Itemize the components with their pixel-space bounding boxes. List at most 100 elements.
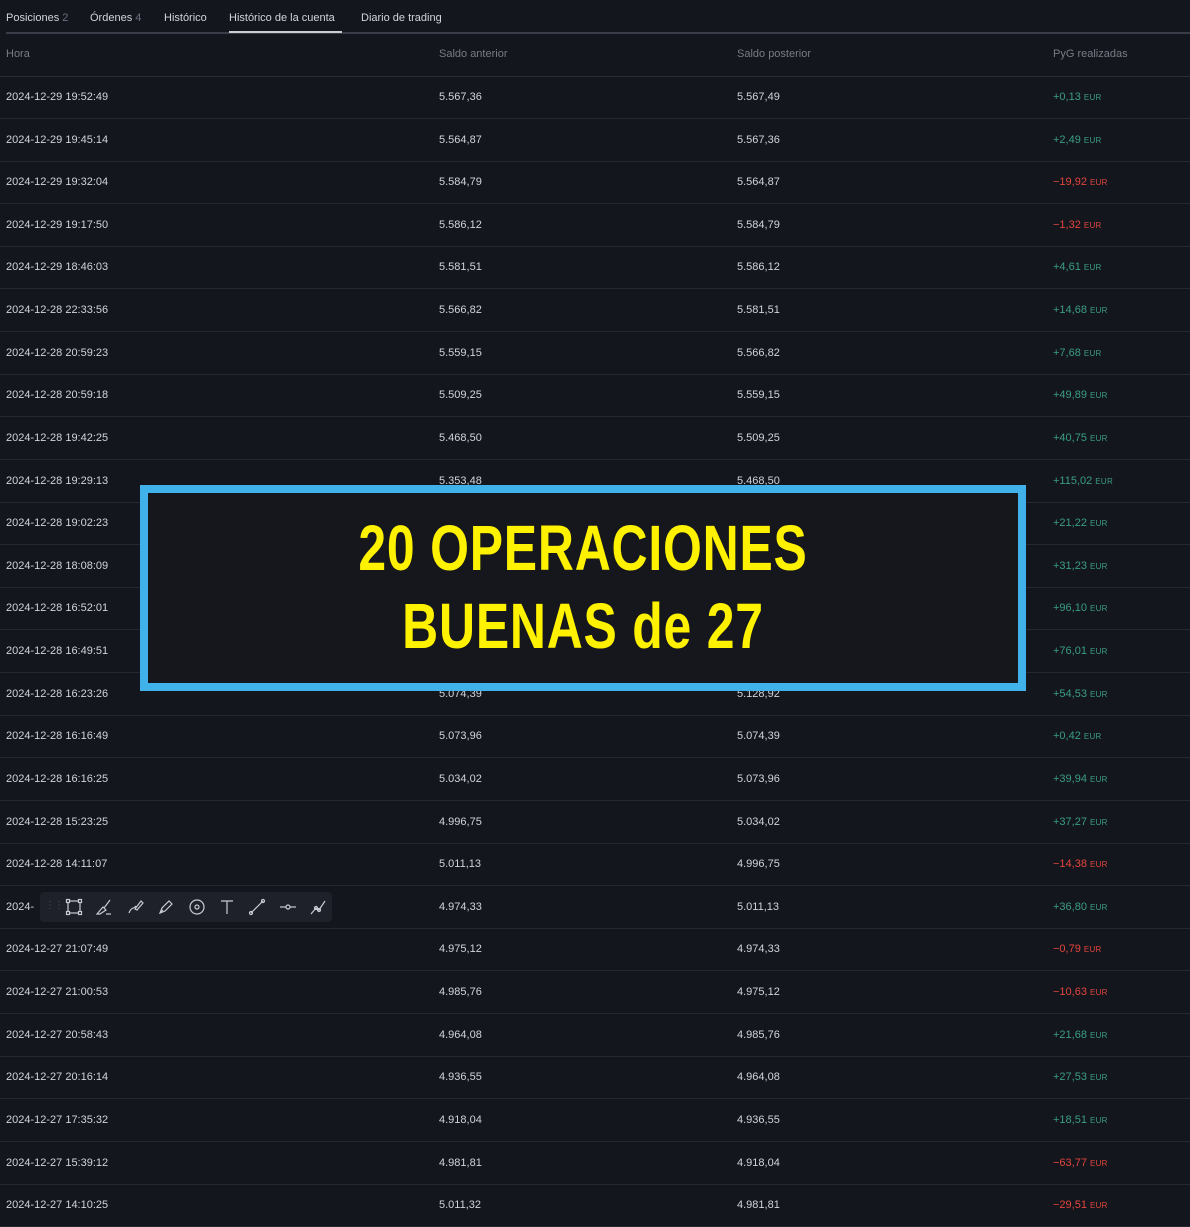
saldo-anterior-cell: 5.586,12 — [439, 218, 482, 231]
table-row[interactable]: 2024-12-27 15:39:12 4.981,81 4.918,04 −63,7… — [0, 1142, 1190, 1185]
time-cell: 2024-12-28 16:16:25 — [6, 772, 109, 785]
pnl-cell: +37,27 EUR — [1053, 816, 1108, 828]
line-icon[interactable] — [247, 897, 267, 917]
pnl-cell: +49,89 EUR — [1053, 389, 1108, 401]
table-row[interactable]: 2024-12-28 22:33:56 5.566,82 5.581,51 +14,6… — [0, 289, 1190, 333]
table-row[interactable]: 2024-12-27 21:07:49 4.975,12 4.974,33 −0,79… — [0, 928, 1190, 972]
table-row[interactable]: 2024-12-28 20:59:18 5.509,25 5.559,15 +49,8… — [0, 374, 1190, 418]
pnl-cell: −1,32 EUR — [1053, 219, 1102, 231]
saldo-anterior-cell: 5.559,15 — [439, 346, 482, 359]
pnl-currency: EUR — [1089, 604, 1108, 614]
saldo-posterior-cell: 5.567,36 — [737, 133, 780, 146]
rectangle-icon[interactable] — [64, 897, 84, 917]
tab-historico-cuenta[interactable]: Histórico de la cuenta — [229, 12, 335, 24]
pnl-value: +21,68 — [1053, 1028, 1087, 1041]
drawing-toolbar: ⋮⋮ — [40, 892, 332, 922]
table-row[interactable]: 2024-12-27 17:35:32 4.918,04 4.936,55 +18,5… — [0, 1099, 1190, 1142]
path-icon[interactable] — [308, 897, 328, 917]
highlighter-icon[interactable] — [126, 897, 146, 917]
pen-icon[interactable] — [156, 897, 176, 917]
pnl-value: +49,89 — [1053, 389, 1087, 402]
pnl-value: +2,49 — [1053, 133, 1081, 146]
table-row[interactable]: 2024-12-29 19:52:49 5.567,36 5.567,49 +0,13… — [0, 76, 1190, 119]
table-row[interactable]: 2024-12-29 18:46:03 5.581,51 5.586,12 +4,61… — [0, 246, 1190, 290]
pnl-cell: +18,51 EUR — [1053, 1114, 1108, 1126]
saldo-anterior-cell: 4.918,04 — [439, 1113, 482, 1126]
time-cell: 2024-12-27 14:10:25 — [6, 1199, 109, 1212]
time-cell: 2024-12-27 20:58:43 — [6, 1028, 109, 1041]
pnl-cell: +7,68 EUR — [1053, 347, 1102, 359]
saldo-posterior-cell: 5.584,79 — [737, 218, 780, 231]
pnl-cell: +4,61 EUR — [1053, 261, 1102, 273]
saldo-anterior-cell: 5.566,82 — [439, 304, 482, 317]
saldo-posterior-cell: 5.074,39 — [737, 730, 780, 743]
pnl-value: −10,63 — [1053, 986, 1087, 999]
pnl-currency: EUR — [1089, 988, 1108, 998]
pnl-cell: +14,68 EUR — [1053, 304, 1108, 316]
saldo-posterior-cell: 5.564,87 — [737, 176, 780, 189]
pnl-currency: EUR — [1089, 817, 1108, 827]
pnl-value: +36,80 — [1053, 900, 1087, 913]
time-cell: 2024-12-28 14:11:07 — [6, 858, 108, 871]
pnl-currency: EUR — [1089, 391, 1108, 401]
saldo-anterior-cell: 5.468,50 — [439, 431, 482, 444]
time-cell: 2024-12-28 20:59:23 — [6, 346, 109, 359]
horizontal-line-icon[interactable] — [278, 897, 298, 917]
pnl-cell: −0,79 EUR — [1053, 943, 1102, 955]
tab-diario-trading[interactable]: Diario de trading — [361, 12, 442, 24]
pnl-currency: EUR — [1089, 1158, 1108, 1168]
saldo-anterior-cell: 5.011,32 — [439, 1199, 482, 1212]
brush-icon[interactable] — [94, 897, 114, 917]
pnl-cell: +39,94 EUR — [1053, 773, 1108, 785]
column-header-saldo-posterior[interactable]: Saldo posterior — [737, 48, 811, 60]
table-row[interactable]: 2024-12-28 16:16:49 5.073,96 5.074,39 +0,42… — [0, 715, 1190, 759]
saldo-posterior-cell: 4.975,12 — [737, 986, 780, 999]
pnl-value: +76,01 — [1053, 645, 1087, 658]
time-cell: 2024-12-28 16:16:49 — [6, 730, 109, 743]
saldo-posterior-cell: 4.974,33 — [737, 943, 780, 956]
table-row[interactable]: 2024-12-28 16:16:25 5.034,02 5.073,96 +39,9… — [0, 758, 1190, 801]
table-row[interactable]: 2024-12-29 19:17:50 5.586,12 5.584,79 −1,32… — [0, 204, 1190, 247]
table-row[interactable]: 2024-12-28 14:11:07 5.011,13 4.996,75 −14,3… — [0, 843, 1190, 887]
pnl-value: −1,32 — [1053, 218, 1081, 231]
table-row[interactable]: 2024-12-27 20:16:14 4.936,55 4.964,08 +27,5… — [0, 1056, 1190, 1100]
drag-handle-icon[interactable]: ⋮⋮ — [45, 900, 64, 911]
tab-historico[interactable]: Histórico — [164, 12, 207, 24]
pnl-currency: EUR — [1089, 774, 1108, 784]
tab-posiciones[interactable]: Posiciones 2 — [6, 12, 68, 24]
pnl-cell: +27,53 EUR — [1053, 1071, 1108, 1083]
pnl-currency: EUR — [1083, 732, 1102, 742]
pnl-value: +7,68 — [1053, 346, 1081, 359]
time-cell: 2024-12-27 15:39:12 — [6, 1156, 109, 1169]
column-header-saldo-anterior[interactable]: Saldo anterior — [439, 48, 508, 60]
pnl-currency: EUR — [1089, 433, 1108, 443]
saldo-anterior-cell: 5.073,96 — [439, 730, 482, 743]
column-header-pyg[interactable]: PyG realizadas — [1053, 48, 1128, 60]
pnl-currency: EUR — [1089, 1201, 1108, 1211]
table-row[interactable]: 2024-12-27 14:10:25 5.011,32 4.981,81 −29,5… — [0, 1184, 1190, 1227]
saldo-posterior-cell: 5.567,49 — [737, 91, 780, 103]
active-tab-indicator — [229, 31, 342, 33]
column-header-hora[interactable]: Hora — [6, 48, 30, 60]
saldo-anterior-cell: 5.584,79 — [439, 176, 482, 189]
saldo-posterior-cell: 5.566,82 — [737, 346, 780, 359]
time-cell: 2024-12-28 20:59:18 — [6, 389, 109, 402]
saldo-anterior-cell: 4.964,08 — [439, 1028, 482, 1041]
table-row[interactable]: 2024-12-28 15:23:25 4.996,75 5.034,02 +37,2… — [0, 801, 1190, 844]
table-row[interactable]: 2024-12-28 20:59:23 5.559,15 5.566,82 +7,68… — [0, 332, 1190, 375]
pnl-currency: EUR — [1083, 220, 1102, 230]
tab-bar: Posiciones 2 Órdenes 4 Histórico Histórico… — [0, 0, 1190, 36]
saldo-posterior-cell: 5.559,15 — [737, 389, 780, 402]
text-icon[interactable] — [217, 897, 237, 917]
tab-ordenes[interactable]: Órdenes 4 — [90, 12, 141, 24]
pnl-value: −14,38 — [1053, 858, 1087, 871]
pnl-cell: −14,38 EUR — [1053, 858, 1108, 870]
table-row[interactable]: 2024-12-27 20:58:43 4.964,08 4.985,76 +21,6… — [0, 1014, 1190, 1057]
table-row[interactable]: 2024-12-29 19:32:04 5.584,79 5.564,87 −19,9… — [0, 161, 1190, 205]
saldo-posterior-cell: 4.964,08 — [737, 1071, 780, 1084]
table-row[interactable]: 2024-12-28 19:42:25 5.468,50 5.509,25 +40,7… — [0, 417, 1190, 460]
table-row[interactable]: 2024-12-27 21:00:53 4.985,76 4.975,12 −10,6… — [0, 971, 1190, 1015]
table-row[interactable]: 2024-12-29 19:45:14 5.564,87 5.567,36 +2,49… — [0, 119, 1190, 162]
pnl-currency: EUR — [1089, 1073, 1108, 1083]
target-icon[interactable] — [187, 897, 207, 917]
